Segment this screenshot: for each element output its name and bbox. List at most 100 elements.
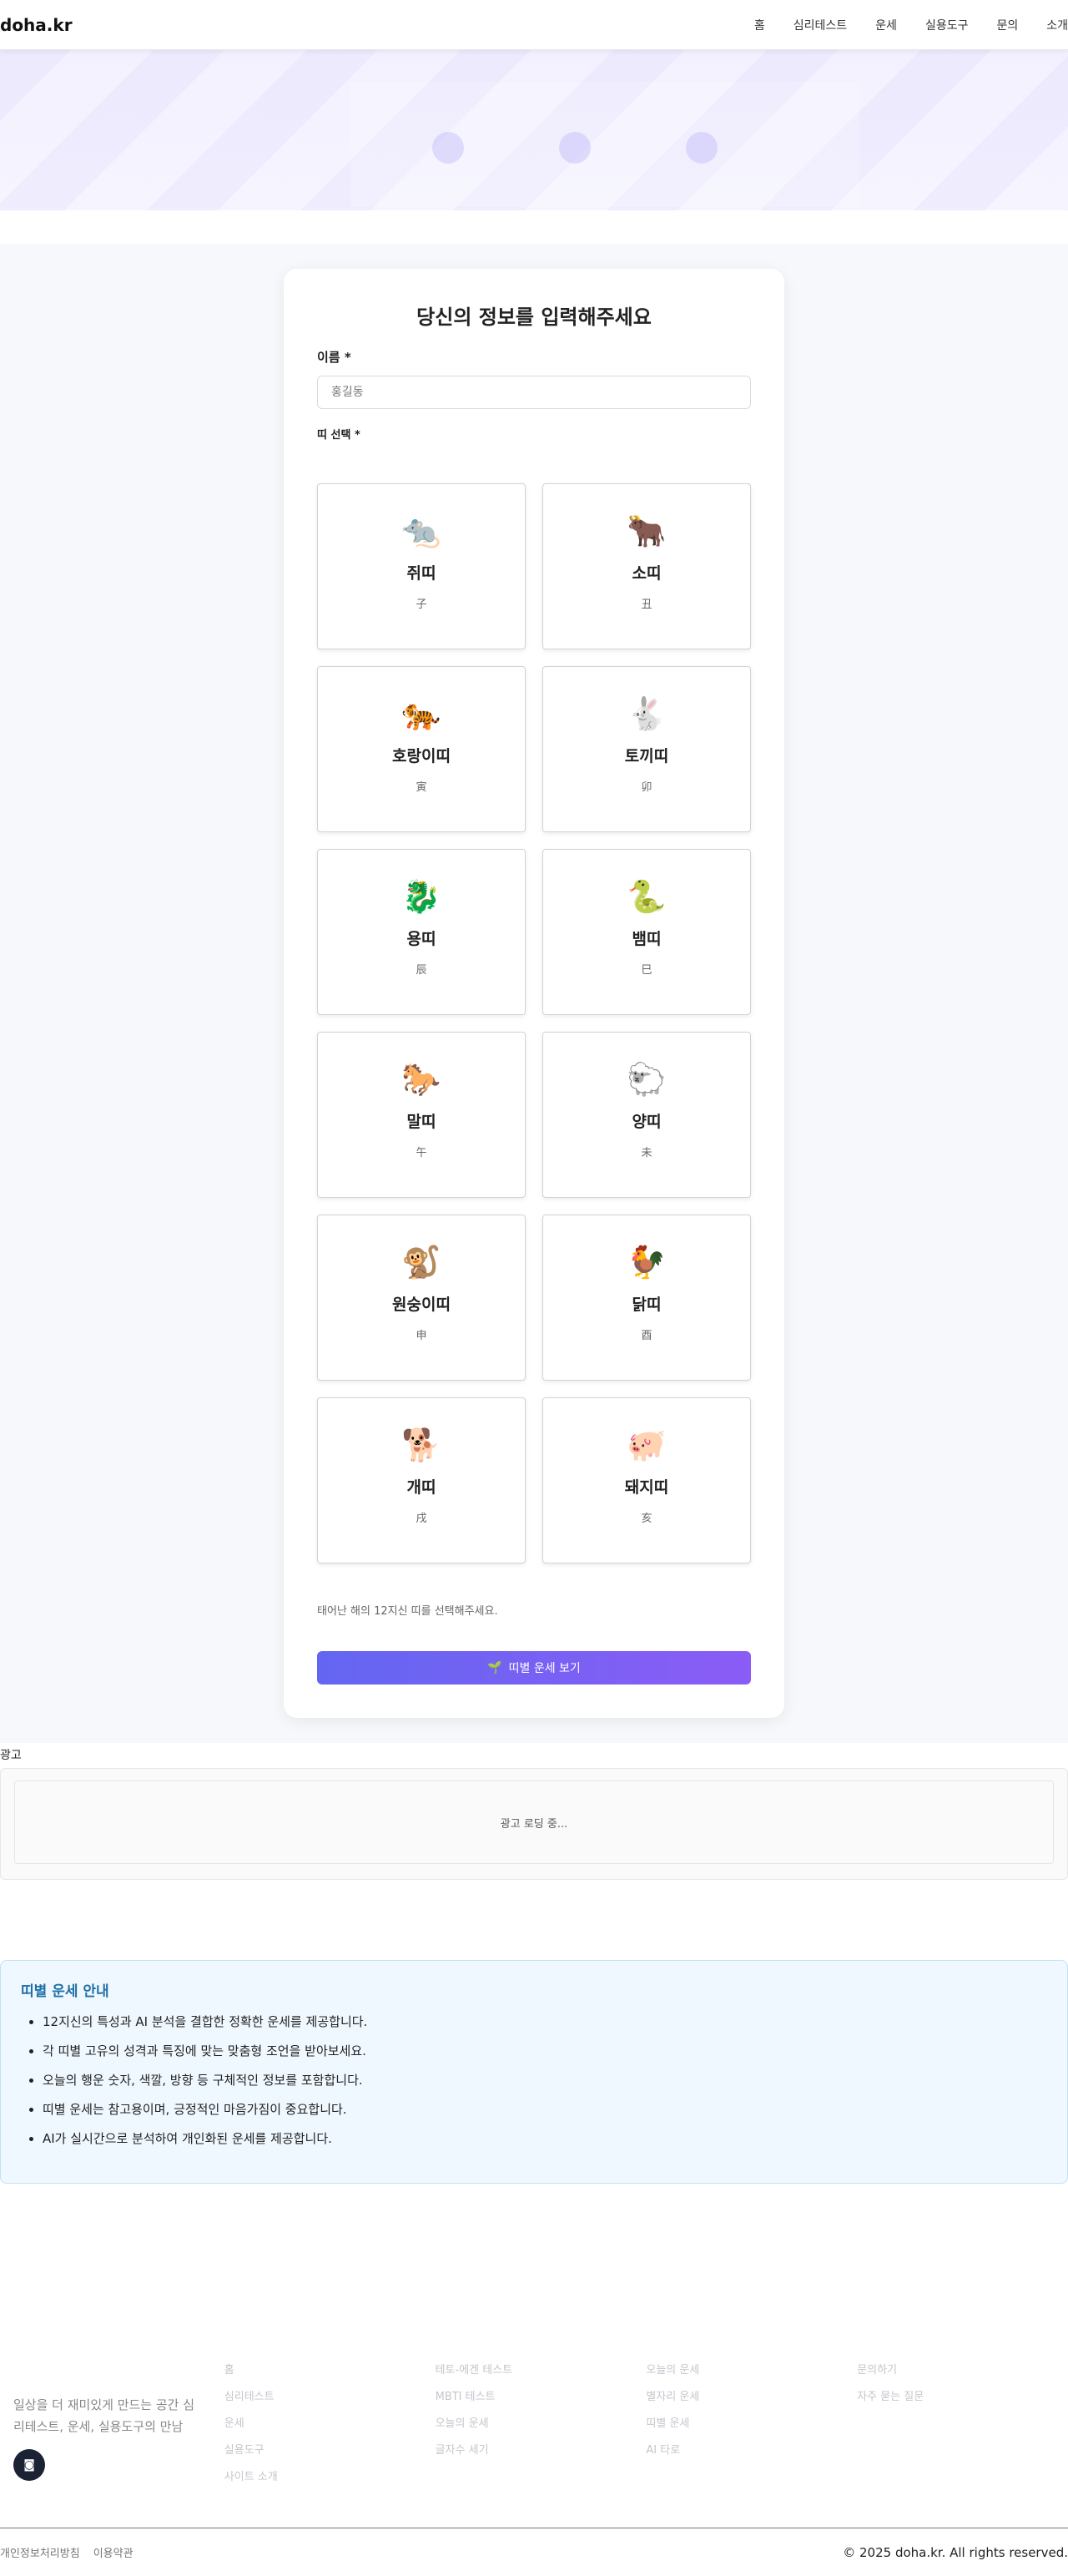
info-list: 12지신의 특성과 AI 분석을 결합한 정확한 운세를 제공합니다. 각 띠별…: [21, 2013, 1047, 2147]
zodiac-name: 원숭이띠: [392, 1296, 451, 1314]
legal-links: 개인정보처리방침 이용약관: [0, 2544, 134, 2560]
footer-grid: 일상을 더 재미있게 만드는 공간 심리테스트, 운세, 실용도구의 만남 ◙ …: [0, 2364, 1068, 2498]
ad-slot[interactable]: 광고 로딩 중...: [14, 1780, 1054, 1864]
footer-link[interactable]: 문의하기: [857, 2364, 1068, 2377]
info-item: AI가 실시간으로 분석하여 개인화된 운세를 제공합니다.: [43, 2130, 1047, 2147]
nav-about[interactable]: 소개: [1046, 17, 1068, 33]
footer-link[interactable]: 띠별 운세: [646, 2417, 857, 2431]
footer-col-support: 문의하기 자주 묻는 질문: [857, 2364, 1068, 2498]
footer-link[interactable]: 실용도구: [224, 2444, 436, 2457]
footer-link[interactable]: 사이트 소개: [224, 2471, 436, 2484]
zodiac-option-monkey[interactable]: 🐒 원숭이띠 申: [317, 1215, 526, 1381]
monkey-icon: 🐒: [401, 1244, 441, 1280]
site-logo[interactable]: doha.kr: [0, 15, 73, 35]
footer-link[interactable]: 오늘의 운세: [646, 2364, 857, 2377]
ad-section: 광고 광고 로딩 중...: [0, 1743, 1068, 1880]
zodiac-hanja: 午: [416, 1147, 427, 1159]
zodiac-option-rooster[interactable]: 🐓 닭띠 酉: [542, 1215, 751, 1381]
form-title: 당신의 정보를 입력해주세요: [416, 306, 652, 329]
zodiac-name: 개띠: [406, 1478, 436, 1497]
nav-contact[interactable]: 문의: [996, 17, 1018, 33]
horse-icon: 🐎: [401, 1061, 441, 1098]
dragon-icon: 🐉: [401, 878, 441, 915]
zodiac-hanja: 丑: [641, 599, 652, 611]
zodiac-hanja: 申: [416, 1330, 427, 1342]
footer-link[interactable]: 오늘의 운세: [436, 2417, 647, 2431]
zodiac-option-rabbit[interactable]: 🐇 토끼띠 卯: [542, 666, 751, 832]
ad-container: 광고 로딩 중...: [0, 1768, 1068, 1880]
nav-fortune[interactable]: 운세: [875, 17, 897, 33]
info-item: 12지신의 특성과 AI 분석을 결합한 정확한 운세를 제공합니다.: [43, 2013, 1047, 2030]
zodiac-option-snake[interactable]: 🐍 뱀띠 巳: [542, 849, 751, 1015]
zodiac-hanja: 寅: [416, 781, 427, 794]
info-item: 오늘의 행운 숫자, 색깔, 방향 등 구체적인 정보를 포함합니다.: [43, 2072, 1047, 2089]
zodiac-hint: 태어난 해의 12지신 띠를 선택해주세요.: [317, 1605, 498, 1618]
footer-link[interactable]: 심리테스트: [224, 2391, 436, 2404]
terms-link[interactable]: 이용약관: [93, 2544, 134, 2560]
zodiac-hanja: 亥: [641, 1513, 652, 1525]
copyright: © 2025 doha.kr. All rights reserved.: [843, 2544, 1068, 2560]
footer-link[interactable]: MBTI 테스트: [436, 2391, 647, 2404]
nav-psychology-test[interactable]: 심리테스트: [793, 17, 847, 33]
name-input[interactable]: [317, 376, 751, 409]
zodiac-name: 소띠: [632, 564, 662, 583]
zodiac-option-tiger[interactable]: 🐅 호랑이띠 寅: [317, 666, 526, 832]
main-content: 당신의 정보를 입력해주세요 이름 * 띠 선택 * 🐀 쥐띠 子 🐂 소띠 丑…: [0, 244, 1068, 1743]
dog-icon: 🐕: [401, 1427, 441, 1463]
tiger-icon: 🐅: [401, 695, 441, 732]
zodiac-option-ox[interactable]: 🐂 소띠 丑: [542, 483, 751, 649]
zodiac-name: 닭띠: [632, 1296, 662, 1314]
hero-dot: [432, 132, 464, 164]
footer-link[interactable]: AI 타로: [646, 2444, 857, 2457]
footer-link[interactable]: 글자수 세기: [436, 2444, 647, 2457]
nav-tools[interactable]: 실용도구: [925, 17, 969, 33]
rabbit-icon: 🐇: [627, 695, 667, 732]
info-box: 띠별 운세 안내 12지신의 특성과 AI 분석을 결합한 정확한 운세를 제공…: [0, 1960, 1068, 2184]
info-item: 띠별 운세는 참고용이며, 긍정적인 마음가짐이 중요합니다.: [43, 2101, 1047, 2118]
ad-label: 광고: [0, 1749, 22, 1762]
pig-icon: 🐖: [627, 1427, 667, 1463]
view-fortune-label: 띠별 운세 보기: [508, 1662, 581, 1675]
rooster-icon: 🐓: [627, 1244, 667, 1280]
zodiac-hanja: 辰: [416, 964, 427, 977]
info-section: 띠별 운세 안내 12지신의 특성과 AI 분석을 결합한 정확한 운세를 제공…: [0, 1880, 1068, 2264]
zodiac-option-rat[interactable]: 🐀 쥐띠 子: [317, 483, 526, 649]
footer-link[interactable]: 홈: [224, 2364, 436, 2377]
info-item: 각 띠별 고유의 성격과 특징에 맞는 맞춤형 조언을 받아보세요.: [43, 2043, 1047, 2059]
zodiac-option-pig[interactable]: 🐖 돼지띠 亥: [542, 1397, 751, 1563]
nav-home[interactable]: 홈: [754, 17, 765, 33]
footer-tagline: 일상을 더 재미있게 만드는 공간 심리테스트, 운세, 실용도구의 만남: [13, 2397, 195, 2434]
zodiac-name: 호랑이띠: [392, 747, 451, 765]
zodiac-grid: 🐀 쥐띠 子 🐂 소띠 丑 🐅 호랑이띠 寅 🐇 토끼띠 卯 🐉 용띠 辰 🐍 …: [317, 483, 751, 1563]
view-fortune-button[interactable]: 🌱 띠별 운세 보기: [317, 1651, 751, 1685]
zodiac-label: 띠 선택 *: [317, 429, 360, 442]
zodiac-name: 양띠: [632, 1113, 662, 1131]
zodiac-hanja: 巳: [641, 964, 652, 977]
footer-bottom: 개인정보처리방침 이용약관 © 2025 doha.kr. All rights…: [0, 2528, 1068, 2576]
zodiac-option-dog[interactable]: 🐕 개띠 戌: [317, 1397, 526, 1563]
sprout-icon: 🌱: [487, 1661, 502, 1674]
main-nav: 홈 심리테스트 운세 실용도구 문의 소개: [754, 17, 1068, 33]
footer-link[interactable]: 테토-에겐 테스트: [436, 2364, 647, 2377]
name-label: 이름 *: [317, 350, 351, 365]
zodiac-option-dragon[interactable]: 🐉 용띠 辰: [317, 849, 526, 1015]
zodiac-option-horse[interactable]: 🐎 말띠 午: [317, 1032, 526, 1198]
footer-link[interactable]: 별자리 운세: [646, 2391, 857, 2404]
privacy-policy-link[interactable]: 개인정보처리방침: [0, 2544, 80, 2560]
info-title: 띠별 운세 안내: [21, 1983, 109, 2000]
footer-link[interactable]: 자주 묻는 질문: [857, 2391, 1068, 2404]
zodiac-option-sheep[interactable]: 🐑 양띠 未: [542, 1032, 751, 1198]
fortune-form-card: 당신의 정보를 입력해주세요 이름 * 띠 선택 * 🐀 쥐띠 子 🐂 소띠 丑…: [284, 269, 784, 1718]
zodiac-name: 쥐띠: [406, 564, 436, 583]
zodiac-name: 토끼띠: [624, 747, 669, 765]
hero-banner: [0, 50, 1068, 210]
footer-link[interactable]: 운세: [224, 2417, 436, 2431]
site-header: doha.kr 홈 심리테스트 운세 실용도구 문의 소개: [0, 0, 1068, 50]
chat-icon[interactable]: ◙: [13, 2449, 45, 2481]
hero-panel: [350, 82, 859, 207]
site-footer: 일상을 더 재미있게 만드는 공간 심리테스트, 운세, 실용도구의 만남 ◙ …: [0, 2264, 1068, 2576]
ox-icon: 🐂: [627, 513, 667, 549]
zodiac-hanja: 卯: [641, 781, 652, 794]
zodiac-hanja: 子: [416, 599, 427, 611]
rat-icon: 🐀: [401, 513, 441, 549]
